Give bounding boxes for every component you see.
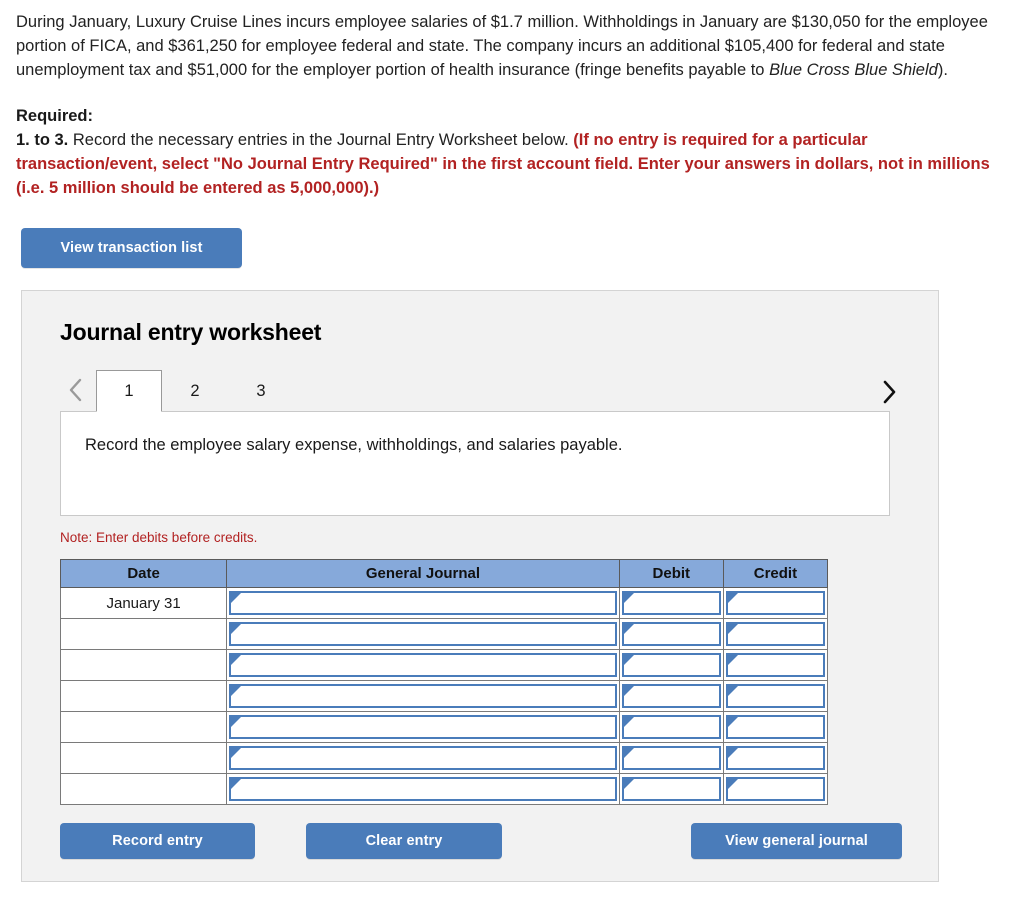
general-journal-field[interactable]	[229, 776, 617, 801]
table-row	[59, 711, 829, 743]
worksheet-tabs: 1 2 3	[22, 368, 938, 412]
view-transaction-list-container: View transaction list	[0, 200, 1024, 268]
general-journal-input-4[interactable]	[226, 680, 620, 712]
debit-field[interactable]	[621, 652, 721, 677]
debit-field[interactable]	[621, 683, 721, 708]
credit-field[interactable]	[725, 745, 825, 770]
journal-table-container: Date General Journal Debit Credit Januar…	[22, 545, 938, 805]
tab-1-label: 1	[124, 381, 134, 400]
debit-field[interactable]	[621, 590, 721, 615]
instruction-text: Record the employee salary expense, with…	[85, 436, 623, 454]
debit-field[interactable]	[621, 745, 721, 770]
problem-statement: During January, Luxury Cruise Lines incu…	[0, 0, 1024, 82]
general-journal-input-1[interactable]	[226, 587, 620, 619]
record-entry-button[interactable]: Record entry	[60, 823, 255, 859]
table-row: January 31	[59, 587, 829, 619]
debit-field[interactable]	[621, 776, 721, 801]
chevron-right-icon[interactable]	[874, 370, 904, 414]
column-header-general-journal: General Journal	[226, 559, 620, 588]
date-cell[interactable]	[59, 680, 228, 712]
view-transaction-list-button[interactable]: View transaction list	[21, 228, 242, 268]
debit-input-1[interactable]	[618, 587, 724, 619]
date-cell[interactable]	[59, 773, 228, 805]
general-journal-input-6[interactable]	[226, 742, 620, 774]
general-journal-field[interactable]	[229, 652, 617, 677]
date-cell[interactable]	[59, 742, 228, 774]
column-header-debit: Debit	[618, 559, 724, 588]
credit-input-5[interactable]	[722, 711, 829, 743]
credit-field[interactable]	[725, 621, 825, 646]
debit-input-3[interactable]	[618, 649, 724, 681]
table-header-row: Date General Journal Debit Credit	[59, 559, 829, 588]
general-journal-input-2[interactable]	[226, 618, 620, 650]
debits-before-credits-note: Note: Enter debits before credits.	[60, 530, 258, 545]
credit-field[interactable]	[725, 683, 825, 708]
tab-3[interactable]: 3	[228, 370, 294, 412]
required-number: 1. to 3.	[16, 131, 69, 149]
column-header-credit: Credit	[722, 559, 829, 588]
credit-input-3[interactable]	[722, 649, 829, 681]
general-journal-field[interactable]	[229, 714, 617, 739]
general-journal-input-5[interactable]	[226, 711, 620, 743]
tab-1[interactable]: 1	[96, 370, 162, 412]
tab-3-label: 3	[256, 382, 266, 400]
column-header-date: Date	[59, 559, 228, 588]
credit-input-1[interactable]	[722, 587, 829, 619]
tab-2[interactable]: 2	[162, 370, 228, 412]
worksheet-title: Journal entry worksheet	[60, 319, 322, 345]
credit-field[interactable]	[725, 590, 825, 615]
general-journal-input-3[interactable]	[226, 649, 620, 681]
debit-input-5[interactable]	[618, 711, 724, 743]
credit-field[interactable]	[725, 652, 825, 677]
problem-text-italic: Blue Cross Blue Shield	[769, 61, 938, 79]
required-label: Required:	[16, 107, 94, 125]
required-body: Record the necessary entries in the Jour…	[68, 131, 574, 149]
chevron-left-icon[interactable]	[60, 368, 90, 412]
table-row	[59, 773, 829, 805]
problem-text-part2: ).	[937, 61, 948, 79]
date-cell: January 31	[59, 587, 228, 619]
debit-field[interactable]	[621, 621, 721, 646]
general-journal-input-7[interactable]	[226, 773, 620, 805]
view-general-journal-button[interactable]: View general journal	[691, 823, 902, 859]
clear-entry-button[interactable]: Clear entry	[306, 823, 502, 859]
debit-input-4[interactable]	[618, 680, 724, 712]
worksheet-action-buttons: Record entry Clear entry View general jo…	[22, 823, 938, 863]
required-section: Required: 1. to 3. Record the necessary …	[0, 82, 1024, 200]
instruction-box: Record the employee salary expense, with…	[60, 411, 890, 516]
journal-entry-worksheet-panel: Journal entry worksheet 1 2 3 Record the…	[21, 290, 939, 882]
general-journal-field[interactable]	[229, 745, 617, 770]
date-cell[interactable]	[59, 711, 228, 743]
credit-input-7[interactable]	[722, 773, 829, 805]
credit-field[interactable]	[725, 714, 825, 739]
table-row	[59, 742, 829, 774]
debit-input-2[interactable]	[618, 618, 724, 650]
journal-entry-table: Date General Journal Debit Credit Januar…	[59, 559, 829, 805]
debit-input-6[interactable]	[618, 742, 724, 774]
table-row	[59, 618, 829, 650]
general-journal-field[interactable]	[229, 621, 617, 646]
general-journal-field[interactable]	[229, 683, 617, 708]
credit-field[interactable]	[725, 776, 825, 801]
debit-field[interactable]	[621, 714, 721, 739]
tab-2-label: 2	[190, 382, 200, 400]
date-cell[interactable]	[59, 618, 228, 650]
debit-input-7[interactable]	[618, 773, 724, 805]
date-cell[interactable]	[59, 649, 228, 681]
table-row	[59, 649, 829, 681]
credit-input-2[interactable]	[722, 618, 829, 650]
credit-input-6[interactable]	[722, 742, 829, 774]
credit-input-4[interactable]	[722, 680, 829, 712]
general-journal-field[interactable]	[229, 590, 617, 615]
table-row	[59, 680, 829, 712]
